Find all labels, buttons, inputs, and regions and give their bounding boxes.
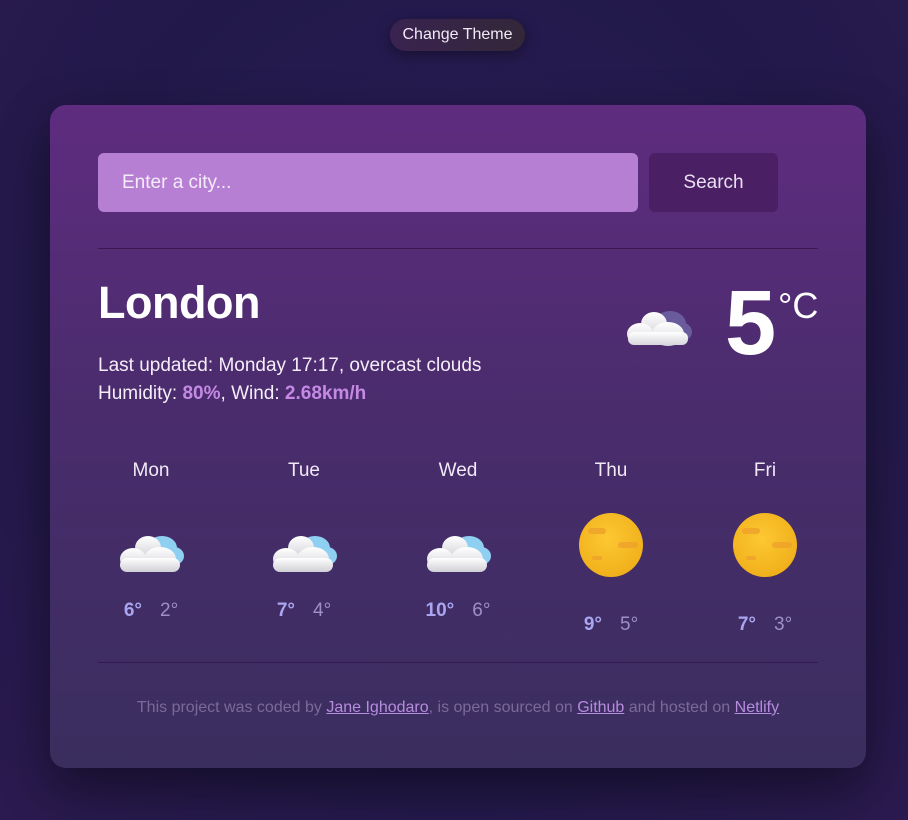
forecast-day-name: Thu	[594, 460, 628, 481]
forecast-day-wed: Wed 10° 6°	[398, 460, 518, 622]
author-link[interactable]: Jane Ighodaro	[326, 699, 428, 716]
current-temperature: 5	[725, 272, 776, 374]
forecast-temps: 9° 5°	[551, 614, 671, 636]
footer-text: , is open sourced on	[428, 699, 573, 716]
bottom-divider	[98, 662, 818, 663]
forecast-max-temp: 6°	[123, 600, 142, 621]
weather-details: Last updated: Monday 17:17, overcast clo…	[98, 352, 481, 408]
sun-icon	[551, 512, 671, 592]
wind-label: Wind:	[231, 383, 280, 404]
forecast-day-name: Tue	[287, 460, 321, 481]
change-theme-button[interactable]: Change Theme	[390, 19, 525, 51]
forecast-day-fri: Fri 7° 3°	[705, 460, 825, 636]
forecast-min-temp: 4°	[313, 600, 332, 621]
forecast-temps: 6° 2°	[91, 600, 211, 622]
weather-description: overcast clouds	[349, 355, 482, 376]
forecast-max-temp: 7°	[276, 600, 295, 621]
forecast-max-temp: 9°	[583, 614, 602, 635]
city-name: London	[98, 277, 260, 328]
wind-value: 2.68km/h	[284, 383, 367, 404]
temperature-unit[interactable]: °C	[778, 285, 818, 327]
cloud-icon	[244, 528, 364, 582]
forecast-day-tue: Tue 7° 4°	[244, 460, 364, 622]
footer-text: This project was coded by	[136, 699, 322, 716]
forecast-temps: 10° 6°	[398, 600, 518, 622]
humidity-wind-line: Humidity: 80%, Wind: 2.68km/h	[98, 383, 367, 404]
sun-icon	[705, 512, 825, 592]
forecast-max-temp: 10°	[425, 600, 455, 621]
forecast-day-name: Wed	[438, 460, 478, 481]
forecast-day-mon: Mon 6° 2°	[91, 460, 211, 622]
forecast-min-temp: 3°	[774, 614, 793, 635]
forecast-temps: 7° 4°	[244, 600, 364, 622]
footer: This project was coded by Jane Ighodaro,…	[50, 699, 866, 717]
humidity-value: 80%	[182, 383, 221, 404]
search-button[interactable]: Search	[649, 153, 778, 212]
forecast-day-thu: Thu 9° 5°	[551, 460, 671, 636]
cloud-icon	[398, 528, 518, 582]
netlify-link[interactable]: Netlify	[735, 699, 779, 716]
footer-text: and hosted on	[628, 699, 731, 716]
humidity-label: Humidity:	[98, 383, 178, 404]
weather-card: Search London Last updated: Monday 17:17…	[50, 105, 866, 768]
cloud-icon	[627, 311, 692, 346]
forecast-day-name: Mon	[132, 460, 170, 481]
updated-label: Last updated:	[98, 355, 214, 376]
forecast-day-name: Fri	[753, 460, 777, 481]
top-divider	[98, 248, 818, 249]
forecast-temps: 7° 3°	[705, 614, 825, 636]
forecast-max-temp: 7°	[737, 614, 756, 635]
github-link[interactable]: Github	[577, 699, 624, 716]
forecast-min-temp: 6°	[472, 600, 491, 621]
cloud-icon	[91, 528, 211, 582]
updated-time: Monday 17:17	[218, 355, 339, 376]
forecast-min-temp: 5°	[620, 614, 639, 635]
forecast-min-temp: 2°	[160, 600, 179, 621]
last-updated-line: Last updated: Monday 17:17, overcast clo…	[98, 355, 482, 376]
city-search-input[interactable]	[98, 153, 638, 212]
